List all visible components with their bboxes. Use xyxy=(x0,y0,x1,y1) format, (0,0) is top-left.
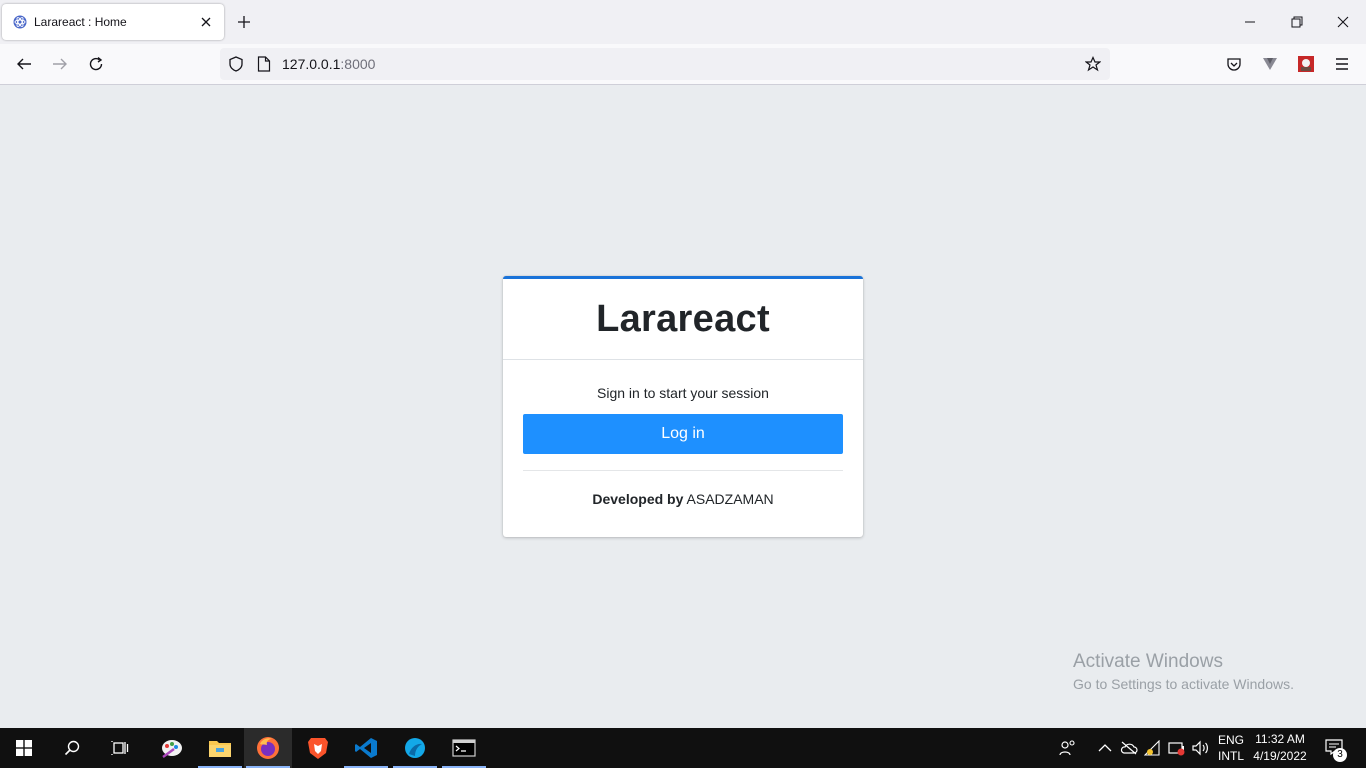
reload-icon[interactable] xyxy=(86,54,106,74)
bookmark-star-icon[interactable] xyxy=(1085,56,1101,72)
login-card: Larareact Sign in to start your session … xyxy=(503,276,863,537)
language-code: ENG xyxy=(1217,733,1244,747)
volume-icon[interactable] xyxy=(1191,738,1211,758)
address-bar[interactable]: 127.0.0.1:8000 xyxy=(220,48,1110,80)
notifications-button[interactable]: 3 xyxy=(1320,736,1348,762)
back-arrow-icon[interactable] xyxy=(14,54,34,74)
page-icon[interactable] xyxy=(256,56,272,72)
firefox-icon[interactable] xyxy=(244,728,292,768)
pocket-icon[interactable] xyxy=(1224,54,1244,74)
start-windows-icon[interactable] xyxy=(0,728,48,768)
keyboard-layout: INTL xyxy=(1217,749,1244,763)
watermark-subtitle: Go to Settings to activate Windows. xyxy=(1073,676,1294,692)
tab-title: Larareact : Home xyxy=(34,15,127,29)
extension-avatar-icon[interactable] xyxy=(1296,54,1316,74)
watermark-title: Activate Windows xyxy=(1073,651,1223,672)
people-icon[interactable] xyxy=(1058,738,1078,758)
taskbar-clock[interactable]: 11:32 AM 4/19/2022 xyxy=(1250,731,1310,765)
login-button[interactable]: Log in xyxy=(523,414,843,454)
credit-label: Developed by xyxy=(592,491,684,507)
onedrive-offline-icon[interactable] xyxy=(1119,738,1139,758)
divider xyxy=(523,470,843,471)
card-body: Sign in to start your session Log in Dev… xyxy=(503,360,863,507)
restore-icon[interactable] xyxy=(1287,12,1307,32)
clock-time: 11:32 AM xyxy=(1255,732,1305,746)
browser-tab-bar: Larareact : Home xyxy=(0,0,1366,44)
tab-close-icon[interactable] xyxy=(198,14,214,30)
shield-icon[interactable] xyxy=(228,56,244,72)
url-port: :8000 xyxy=(340,56,376,72)
windows-taskbar: ENG INTL 11:32 AM 4/19/2022 3 xyxy=(0,728,1366,768)
network-warning-icon[interactable] xyxy=(1143,738,1163,758)
developer-credit: Developed by ASADZAMAN xyxy=(523,491,843,507)
menu-hamburger-icon[interactable] xyxy=(1332,54,1352,74)
app-blue-icon[interactable] xyxy=(391,728,439,768)
minimize-icon[interactable] xyxy=(1240,12,1260,32)
search-icon[interactable] xyxy=(48,728,96,768)
brand-title[interactable]: Larareact xyxy=(596,298,770,341)
paint-app-icon[interactable] xyxy=(148,728,196,768)
brave-icon[interactable] xyxy=(294,728,342,768)
file-explorer-icon[interactable] xyxy=(196,728,244,768)
activate-windows-watermark: Activate Windows Go to Settings to activ… xyxy=(1073,650,1294,694)
language-indicator[interactable]: ENG INTL xyxy=(1216,732,1246,764)
url-text[interactable]: 127.0.0.1:8000 xyxy=(282,56,375,72)
clock-date: 4/19/2022 xyxy=(1253,749,1307,763)
vscode-icon[interactable] xyxy=(342,728,390,768)
extension-v-icon[interactable] xyxy=(1260,54,1280,74)
browser-tab-active[interactable]: Larareact : Home xyxy=(2,4,224,40)
terminal-icon[interactable] xyxy=(440,728,488,768)
credit-name: ASADZAMAN xyxy=(686,491,774,507)
browser-toolbar: 127.0.0.1:8000 xyxy=(0,44,1366,85)
forward-arrow-icon[interactable] xyxy=(50,54,70,74)
task-view-icon[interactable] xyxy=(96,728,144,768)
react-favicon-icon xyxy=(12,14,28,30)
chevron-up-icon[interactable] xyxy=(1095,738,1115,758)
notification-count-badge: 3 xyxy=(1333,748,1347,762)
login-message: Sign in to start your session xyxy=(597,385,769,401)
battery-warning-icon[interactable] xyxy=(1167,738,1187,758)
url-host: 127.0.0.1 xyxy=(282,56,341,72)
card-header: Larareact xyxy=(503,279,863,360)
close-window-icon[interactable] xyxy=(1333,12,1353,32)
new-tab-icon[interactable] xyxy=(234,12,254,32)
